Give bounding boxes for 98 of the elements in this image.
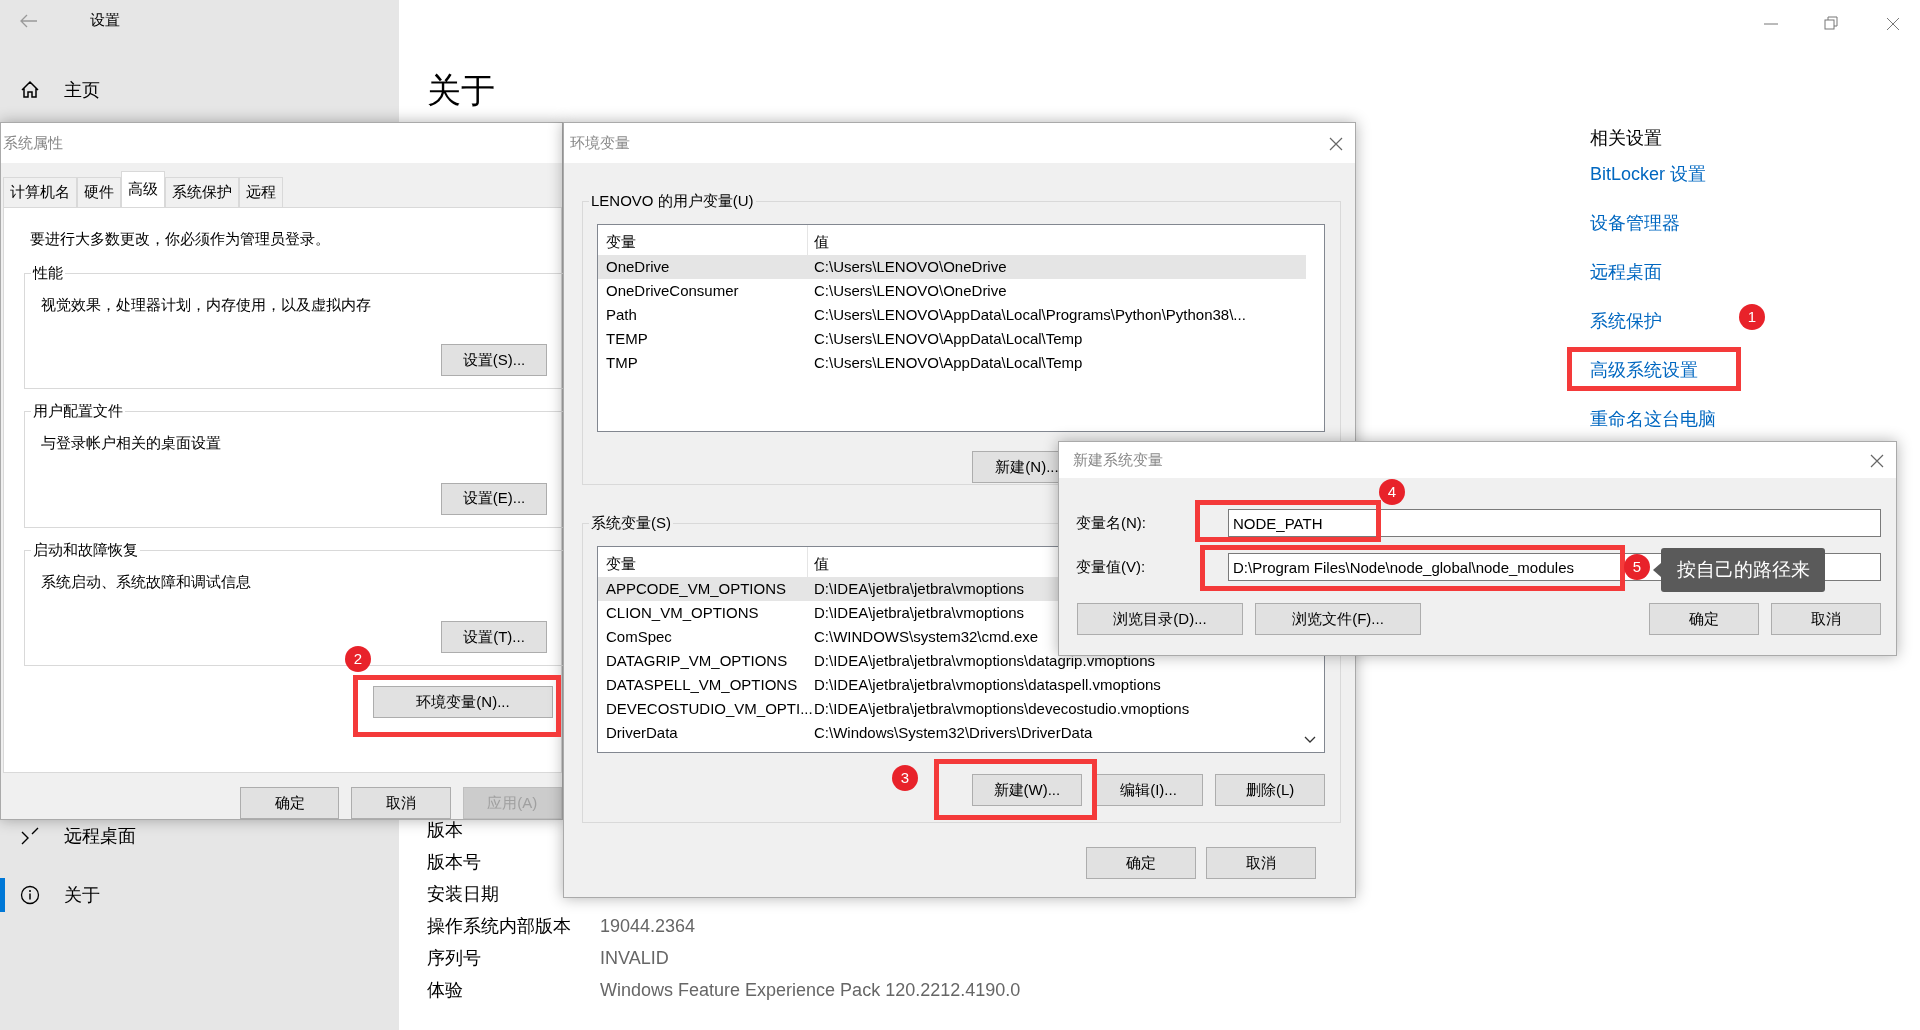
variable-value: D:\IDEA\jetbra\jetbra\vmoptions\datagrip.vmoptions <box>813 651 1155 671</box>
info-value: Windows Feature Experience Pack 120.2212.4190.0 <box>600 979 1022 1002</box>
variable-name: ComSpec <box>605 627 673 647</box>
column-header: 值 <box>813 232 829 252</box>
variable-name: Path <box>605 305 638 325</box>
dialog-button[interactable]: 浏览文件(F)... <box>1255 603 1421 635</box>
settings-link[interactable]: 设备管理器 <box>1590 209 1680 237</box>
settings-button[interactable]: 设置(S)... <box>441 344 547 376</box>
variable-name: TEMP <box>605 329 649 349</box>
field-label: 变量值(V): <box>1076 556 1147 577</box>
dialog-button[interactable]: 确定 <box>1649 603 1759 635</box>
settings-button[interactable]: 设置(T)... <box>441 621 547 653</box>
variable-name: OneDrive <box>605 257 671 277</box>
settings-link[interactable]: BitLocker 设置 <box>1590 160 1707 188</box>
settings-button[interactable]: 设置(E)... <box>441 482 547 515</box>
group-title: LENOVO 的用户变量(U) <box>589 191 756 211</box>
variable-value: C:\Users\LENOVO\OneDrive <box>813 281 1007 301</box>
dialog-button[interactable]: 浏览目录(D)... <box>1077 603 1243 635</box>
variable-name: APPCODE_VM_OPTIONS <box>605 579 788 599</box>
close-icon <box>1329 136 1343 151</box>
variable-name: TMP <box>605 353 639 373</box>
variable-name: DATAGRIP_VM_OPTIONS <box>605 651 789 671</box>
section-title: 相关设置 <box>1590 127 1663 150</box>
group-title: 系统变量(S) <box>589 513 673 533</box>
column-header: 值 <box>813 554 829 574</box>
nav-item[interactable]: 远程桌面 <box>0 816 399 856</box>
settings-link[interactable]: 系统保护 <box>1590 307 1662 335</box>
dialog-button[interactable]: 取消 <box>1206 847 1316 879</box>
nav-item[interactable]: 关于 <box>0 875 399 915</box>
list-row[interactable]: DEVECOSTUDIO_VM_OPTI...D:\IDEA\jetbra\jetbra\vmoptions\devecostudio.vmoptions <box>598 697 1306 721</box>
settings-link[interactable]: 重命名这台电脑 <box>1590 405 1716 433</box>
dialog-button[interactable]: 取消 <box>1771 603 1881 635</box>
info-label: 序列号 <box>427 947 482 970</box>
info-label: 版本 <box>427 819 464 842</box>
tab[interactable]: 高级 <box>121 171 165 207</box>
variable-value: D:\IDEA\jetbra\jetbra\vmoptions <box>813 579 1025 599</box>
field-label: 变量名(N): <box>1076 512 1147 533</box>
variable-value: C:\Users\LENOVO\AppData\Local\Programs\Python\Python38\... <box>813 305 1246 325</box>
chevron-down-icon <box>1304 736 1316 744</box>
group-description: 系统启动、系统故障和调试信息 <box>41 571 252 592</box>
tab[interactable]: 硬件 <box>77 177 121 207</box>
dialog-title: 环境变量 <box>570 132 630 153</box>
list-button[interactable]: 新建(W)... <box>972 774 1082 806</box>
group-title: 性能 <box>31 262 65 283</box>
variable-value: D:\IDEA\jetbra\jetbra\vmoptions\dataspell.vmoptions <box>813 675 1161 695</box>
group-description: 与登录帐户相关的桌面设置 <box>41 433 222 453</box>
dialog-button[interactable]: 取消 <box>351 787 451 819</box>
info-label: 安装日期 <box>427 883 500 906</box>
list-row[interactable]: OneDrive C:\Users\LENOVO\OneDrive <box>598 255 1306 279</box>
variable-name: DriverData <box>605 723 679 743</box>
info-icon <box>20 885 40 905</box>
variable-value: D:\IDEA\jetbra\jetbra\vmoptions <box>813 603 1025 623</box>
dialog-title: 系统属性 <box>3 132 63 153</box>
group-title: 启动和故障恢复 <box>31 539 140 560</box>
list-row[interactable]: Path C:\Users\LENOVO\AppData\Local\Programs\Python\Python38\... <box>598 303 1306 327</box>
input-field[interactable]: NODE_PATH <box>1228 509 1881 537</box>
group-description: 视觉效果，处理器计划，内存使用，以及虚拟内存 <box>41 294 372 315</box>
variable-name: CLION_VM_OPTIONS <box>605 603 760 623</box>
list-row[interactable]: OneDriveConsumer C:\Users\LENOVO\OneDrive <box>598 279 1306 303</box>
list-button[interactable]: 删除(L) <box>1215 774 1325 806</box>
tab[interactable]: 系统保护 <box>165 177 239 207</box>
variable-value: C:\Users\LENOVO\OneDrive <box>813 257 1007 277</box>
settings-link[interactable]: 高级系统设置 <box>1590 356 1698 384</box>
variable-value: D:\IDEA\jetbra\jetbra\vmoptions\devecostudio.vmoptions <box>813 699 1190 719</box>
variable-name: DATASPELL_VM_OPTIONS <box>605 675 799 695</box>
environment-variables-button[interactable]: 环境变量(N)... <box>373 686 553 718</box>
settings-link[interactable]: 远程桌面 <box>1590 258 1662 286</box>
nav-item[interactable]: 主页 <box>0 70 399 110</box>
close-icon <box>1870 453 1884 468</box>
dialog-button[interactable]: 确定 <box>1086 847 1196 879</box>
dialog-button[interactable]: 确定 <box>240 787 340 819</box>
info-label: 操作系统内部版本 <box>427 915 572 938</box>
home-icon <box>20 80 40 100</box>
info-value: INVALID <box>600 947 670 970</box>
info-label: 体验 <box>427 979 464 1002</box>
tab[interactable]: 远程 <box>239 177 283 207</box>
variable-value: C:\Users\LENOVO\AppData\Local\Temp <box>813 353 1083 373</box>
minimize-icon <box>1764 23 1778 26</box>
info-value: 19044.2364 <box>600 915 697 938</box>
list-row[interactable]: DATAGRIP_VM_OPTIONS D:\IDEA\jetbra\jetbra\vmoptions\datagrip.vmoptions <box>598 649 1306 673</box>
list-row[interactable]: DriverData C:\Windows\System32\Drivers\DriverData <box>598 721 1306 745</box>
chevrons-icon <box>20 826 40 846</box>
variable-value: C:\Windows\System32\Drivers\DriverData <box>813 723 1093 743</box>
list-row[interactable]: TMP C:\Users\LENOVO\AppData\Local\Temp <box>598 351 1306 375</box>
page-heading: 关于 <box>427 70 496 111</box>
window-title: 设置 <box>90 9 120 30</box>
variable-value: C:\WINDOWS\system32\cmd.exe <box>813 627 1039 647</box>
variable-value: C:\Users\LENOVO\AppData\Local\Temp <box>813 329 1083 349</box>
notice-text: 要进行大多数更改，你必须作为管理员登录。 <box>30 229 331 249</box>
group-title: 用户配置文件 <box>31 401 125 421</box>
tab[interactable]: 计算机名 <box>3 177 77 207</box>
list-row[interactable]: TEMP C:\Users\LENOVO\AppData\Local\Temp <box>598 327 1306 351</box>
step-badge: 1 <box>1739 304 1765 330</box>
pointer-icon <box>1653 563 1661 577</box>
list-row[interactable]: DATASPELL_VM_OPTIONS D:\IDEA\jetbra\jetbra\vmoptions\dataspell.vmoptions <box>598 673 1306 697</box>
back-arrow-icon <box>20 13 38 28</box>
variable-name: OneDriveConsumer <box>605 281 740 301</box>
info-label: 版本号 <box>427 851 482 874</box>
